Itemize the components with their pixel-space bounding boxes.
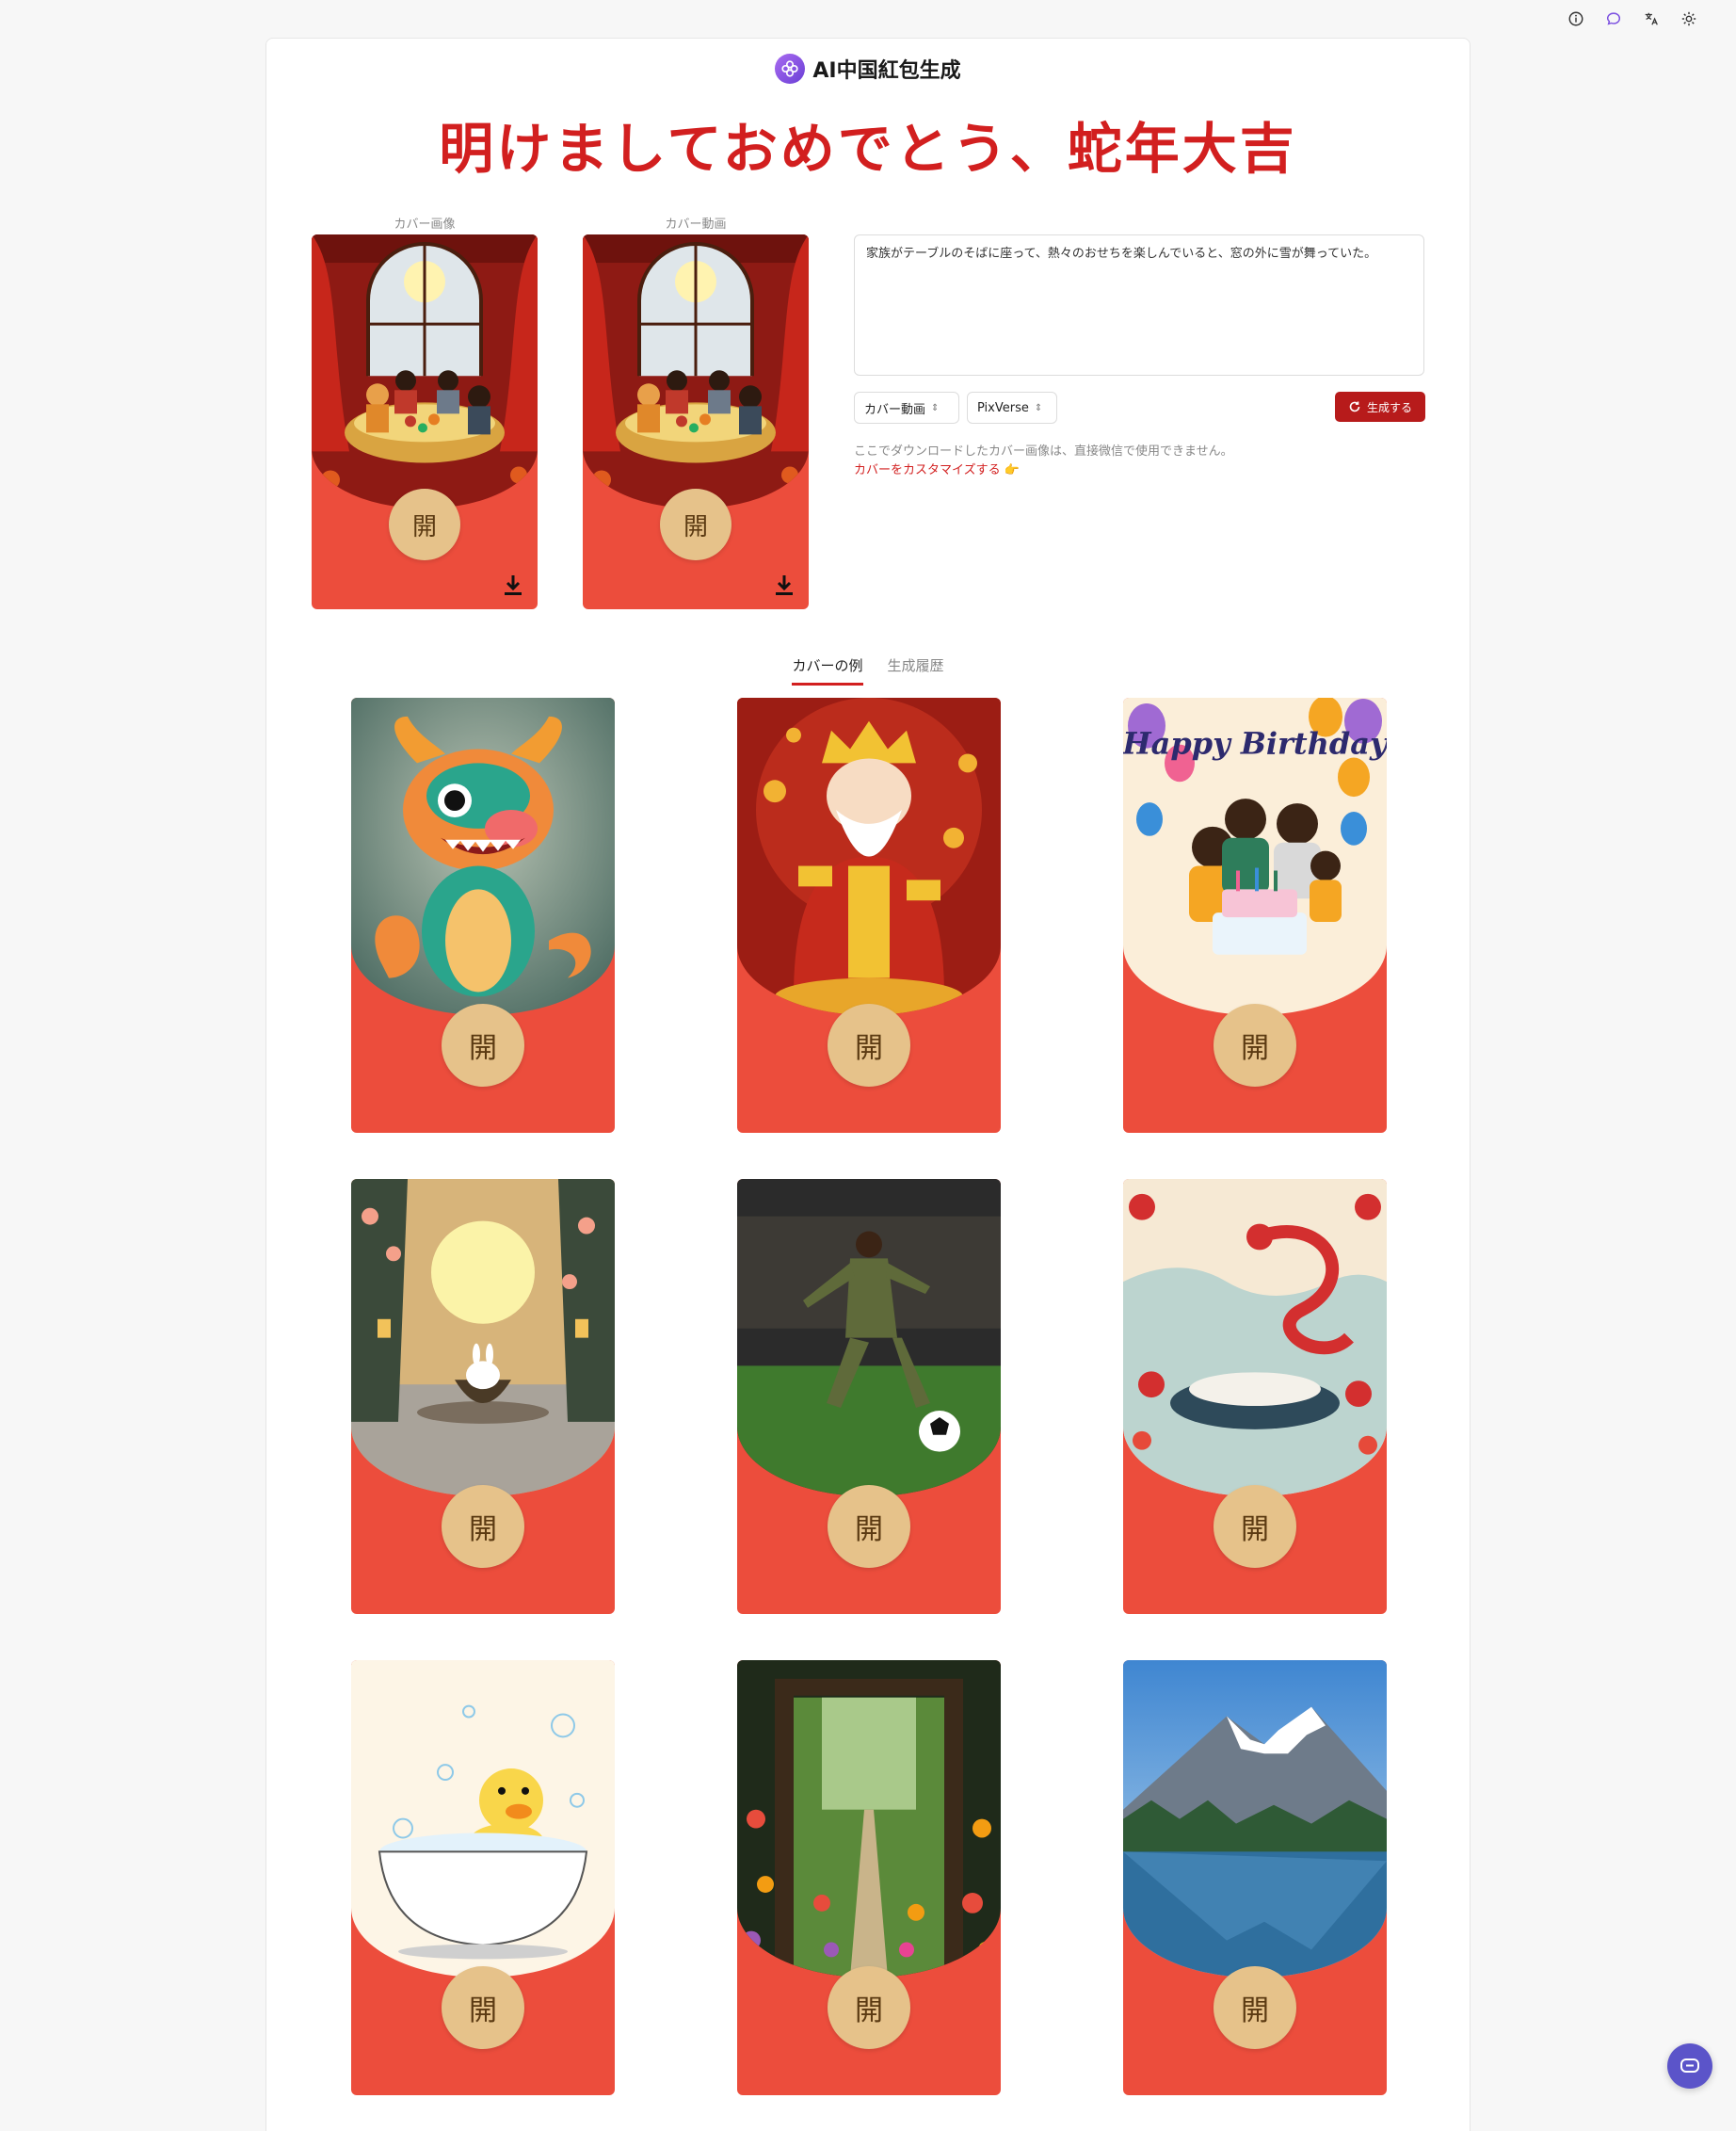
gallery-card-mountain[interactable]: 開 — [1123, 1660, 1387, 2095]
gallery-card-duck[interactable]: 開 — [351, 1660, 615, 2095]
open-button: 開 — [828, 1966, 910, 2049]
flower-logo-icon — [775, 54, 806, 84]
cover-type-select[interactable]: カバー動画 ⇕ — [854, 392, 959, 424]
refresh-icon — [1349, 401, 1360, 412]
open-button: 開 — [442, 1485, 524, 1568]
download-icon[interactable] — [502, 573, 524, 598]
gallery-card-soccer[interactable]: 開 — [737, 1179, 1001, 1614]
gallery-card-birthday[interactable]: Happy Birthday 開 — [1123, 698, 1387, 1133]
cover-video-preview: カバー動画 開 — [583, 216, 809, 609]
updown-caret-icon: ⇕ — [1034, 402, 1043, 413]
cover-type-value: カバー動画 — [864, 402, 926, 417]
red-dragon-art — [1123, 1179, 1387, 1497]
garden-art — [737, 1660, 1001, 1978]
duck-art — [351, 1660, 615, 1978]
prompt-textarea[interactable]: 家族がテーブルのそばに座って、熱々のおせちを楽しんでいると、窓の外に雪が舞ってい… — [854, 234, 1424, 376]
tab-generation-history[interactable]: 生成履歴 — [888, 655, 944, 686]
chat-support-button[interactable] — [1667, 2043, 1712, 2089]
open-button: 開 — [1214, 1966, 1296, 2049]
brand: AI中国紅包生成 — [266, 54, 1470, 84]
cover-video-art — [583, 234, 809, 509]
gallery-card-god-of-wealth[interactable]: 開 — [737, 698, 1001, 1133]
dragon-art — [351, 698, 615, 1016]
updown-caret-icon: ⇕ — [931, 402, 940, 413]
open-button: 開 — [660, 489, 731, 560]
gallery-card-dragon[interactable]: 開 — [351, 698, 615, 1133]
open-button: 開 — [1214, 1004, 1296, 1087]
settings-icon[interactable] — [1678, 8, 1700, 30]
chat-bubble-icon — [1680, 2058, 1699, 2073]
cover-video-envelope: 開 — [583, 234, 809, 609]
god-of-wealth-art — [737, 698, 1001, 1016]
birthday-art: Happy Birthday — [1123, 698, 1387, 1016]
cover-video-label: カバー動画 — [665, 218, 727, 232]
soccer-art — [737, 1179, 1001, 1497]
cover-image-envelope: 開 — [312, 234, 538, 609]
gallery-card-garden[interactable]: 開 — [737, 1660, 1001, 2095]
cover-image-art — [312, 234, 538, 509]
gallery-card-red-dragon[interactable]: 開 — [1123, 1179, 1387, 1614]
open-button: 開 — [389, 489, 460, 560]
main-card: AI中国紅包生成 明けましておめでとう、蛇年大吉 カバー画像 開 カバー動画 開… — [265, 38, 1471, 2131]
tab-bar: カバーの例 生成履歴 — [266, 655, 1470, 686]
chat-icon[interactable] — [1602, 8, 1625, 30]
open-button: 開 — [442, 1004, 524, 1087]
info-icon[interactable] — [1565, 8, 1587, 30]
open-button: 開 — [442, 1966, 524, 2049]
open-button: 開 — [828, 1485, 910, 1568]
open-button: 開 — [828, 1004, 910, 1087]
translate-icon[interactable] — [1640, 8, 1663, 30]
download-note: ここでダウンロードしたカバー画像は、直接微信で使用できません。 — [854, 444, 1233, 459]
download-icon[interactable] — [773, 573, 796, 598]
generate-button[interactable]: 生成する — [1335, 392, 1425, 422]
cover-image-preview: カバー画像 開 — [312, 216, 538, 609]
top-toolbar — [1565, 8, 1700, 30]
gallery-card-moon-rabbit[interactable]: 開 — [351, 1179, 615, 1614]
page-title: 明けましておめでとう、蛇年大吉 — [439, 117, 1297, 181]
open-button: 開 — [1214, 1485, 1296, 1568]
tab-cover-examples[interactable]: カバーの例 — [792, 655, 863, 686]
model-select[interactable]: PixVerse ⇕ — [967, 392, 1057, 424]
birthday-caption: Happy Birthday — [1123, 726, 1387, 762]
app-name: AI中国紅包生成 — [812, 59, 961, 83]
moon-rabbit-art — [351, 1179, 615, 1497]
generate-label: 生成する — [1366, 400, 1412, 414]
model-value: PixVerse — [977, 400, 1029, 415]
customize-link[interactable]: カバーをカスタマイズする 👉 — [854, 460, 1020, 477]
cover-image-label: カバー画像 — [394, 218, 456, 232]
mountain-art — [1123, 1660, 1387, 1978]
